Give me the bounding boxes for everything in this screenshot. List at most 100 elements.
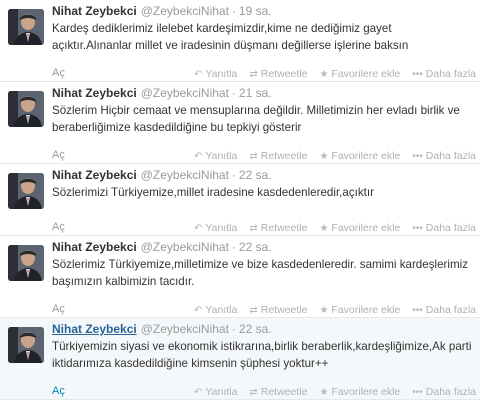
reply-button[interactable]: ↶ Yanıtla [194,150,237,162]
retweet-arrows-icon: ⇄ [249,68,258,80]
reply-arrow-icon: ↶ [194,68,203,80]
tweet-timestamp[interactable]: 22 sa. [239,240,272,254]
reply-label: Yanıtla [205,386,238,398]
more-button[interactable]: ••• Daha fazla [412,150,476,162]
retweet-label: Retweetle [260,68,308,80]
tweet-timestamp[interactable]: 21 sa. [239,86,272,100]
retweet-arrows-icon: ⇄ [249,386,258,398]
retweet-button[interactable]: ⇄ Retweetle [249,68,307,80]
author-name[interactable]: Nihat Zeybekci [52,168,137,182]
retweet-arrows-icon: ⇄ [249,222,258,234]
star-icon: ★ [319,222,329,234]
favorite-button[interactable]: ★ Favorilere ekle [319,386,400,398]
avatar[interactable] [8,245,44,281]
tweet-timestamp[interactable]: 19 sa. [239,4,272,18]
reply-arrow-icon: ↶ [194,386,203,398]
favorite-button[interactable]: ★ Favorilere ekle [319,68,400,80]
retweet-button[interactable]: ⇄ Retweetle [249,150,307,162]
expand-link[interactable]: Aç [52,385,65,397]
ellipsis-icon: ••• [412,222,423,234]
tweet[interactable]: Nihat Zeybekci @ZeybekciNihat · 22 sa. Sözl… [0,164,480,236]
retweet-button[interactable]: ⇄ Retweetle [249,222,307,234]
star-icon: ★ [319,68,329,80]
author-name[interactable]: Nihat Zeybekci [52,4,137,18]
more-button[interactable]: ••• Daha fazla [412,386,476,398]
reply-button[interactable]: ↶ Yanıtla [194,304,237,316]
tweet-timestamp[interactable]: 22 sa. [239,168,272,182]
more-label: Daha fazla [425,68,476,80]
retweet-button[interactable]: ⇄ Retweetle [249,304,307,316]
tweet-text: Kardeş dediklerimiz ilelebet kardeşimizd… [52,22,409,52]
tweet-actions: ↶ Yanıtla ⇄ Retweetle ★ Favorilere ekle •••… [194,150,476,162]
separator-dot: · [231,168,236,182]
star-icon: ★ [319,150,329,162]
ellipsis-icon: ••• [412,150,423,162]
reply-label: Yanıtla [205,68,238,80]
favorite-label: Favorilere ekle [331,304,401,316]
star-icon: ★ [319,386,329,398]
avatar-portrait-icon [8,245,44,281]
author-handle[interactable]: @ZeybekciNihat [141,4,229,18]
avatar-portrait-icon [8,91,44,127]
avatar[interactable] [8,9,44,45]
avatar-portrait-icon [8,173,44,209]
tweet-timestamp[interactable]: 22 sa. [239,322,272,336]
favorite-button[interactable]: ★ Favorilere ekle [319,222,400,234]
expand-link[interactable]: Aç [52,303,65,315]
more-button[interactable]: ••• Daha fazla [412,304,476,316]
avatar[interactable] [8,91,44,127]
more-button[interactable]: ••• Daha fazla [412,68,476,80]
tweet[interactable]: Nihat Zeybekci @ZeybekciNihat · 19 sa. Kard… [0,0,480,82]
tweet-header: Nihat Zeybekci @ZeybekciNihat · 21 sa. [52,85,272,101]
tweet[interactable]: Nihat Zeybekci @ZeybekciNihat · 22 sa. Türk… [0,318,480,400]
avatar[interactable] [8,173,44,209]
ellipsis-icon: ••• [412,68,423,80]
ellipsis-icon: ••• [412,386,423,398]
tweet-header: Nihat Zeybekci @ZeybekciNihat · 22 sa. [52,167,272,183]
expand-link[interactable]: Aç [52,149,65,161]
tweet-text: Sözlerimiz Türkiyemize,milletimize ve bi… [52,258,468,288]
tweet-actions: ↶ Yanıtla ⇄ Retweetle ★ Favorilere ekle •••… [194,386,476,398]
avatar-portrait-icon [8,9,44,45]
reply-button[interactable]: ↶ Yanıtla [194,386,237,398]
star-icon: ★ [319,304,329,316]
expand-link[interactable]: Aç [52,67,65,79]
favorite-button[interactable]: ★ Favorilere ekle [319,304,400,316]
tweet-actions: ↶ Yanıtla ⇄ Retweetle ★ Favorilere ekle •••… [194,222,476,234]
favorite-label: Favorilere ekle [331,68,401,80]
more-button[interactable]: ••• Daha fazla [412,222,476,234]
tweet-timeline: Nihat Zeybekci @ZeybekciNihat · 19 sa. Kard… [0,0,480,400]
favorite-label: Favorilere ekle [331,386,401,398]
separator-dot: · [231,240,236,254]
author-handle[interactable]: @ZeybekciNihat [141,168,229,182]
separator-dot: · [231,4,236,18]
retweet-label: Retweetle [260,222,308,234]
author-handle[interactable]: @ZeybekciNihat [141,86,229,100]
tweet-header: Nihat Zeybekci @ZeybekciNihat · 19 sa. [52,3,272,19]
tweet-header: Nihat Zeybekci @ZeybekciNihat · 22 sa. [52,239,272,255]
favorite-button[interactable]: ★ Favorilere ekle [319,150,400,162]
author-name[interactable]: Nihat Zeybekci [52,322,137,336]
favorite-label: Favorilere ekle [331,150,401,162]
tweet-text: Türkiyemizin siyasi ve ekonomik istikrar… [52,340,472,370]
author-name[interactable]: Nihat Zeybekci [52,240,137,254]
more-label: Daha fazla [425,304,476,316]
reply-button[interactable]: ↶ Yanıtla [194,222,237,234]
reply-label: Yanıtla [205,304,238,316]
author-name[interactable]: Nihat Zeybekci [52,86,137,100]
tweet-header: Nihat Zeybekci @ZeybekciNihat · 22 sa. [52,321,272,337]
author-handle[interactable]: @ZeybekciNihat [141,240,229,254]
reply-arrow-icon: ↶ [194,150,203,162]
tweet[interactable]: Nihat Zeybekci @ZeybekciNihat · 22 sa. Sözl… [0,236,480,318]
avatar[interactable] [8,327,44,363]
avatar-portrait-icon [8,327,44,363]
author-handle[interactable]: @ZeybekciNihat [141,322,229,336]
expand-link[interactable]: Aç [52,221,65,233]
tweet-text: Sözlerim Hiçbir cemaat ve mensuplarına d… [52,104,460,134]
retweet-label: Retweetle [260,386,308,398]
reply-button[interactable]: ↶ Yanıtla [194,68,237,80]
retweet-button[interactable]: ⇄ Retweetle [249,386,307,398]
tweet[interactable]: Nihat Zeybekci @ZeybekciNihat · 21 sa. Sözl… [0,82,480,164]
reply-label: Yanıtla [205,222,238,234]
tweet-actions: ↶ Yanıtla ⇄ Retweetle ★ Favorilere ekle •••… [194,68,476,80]
